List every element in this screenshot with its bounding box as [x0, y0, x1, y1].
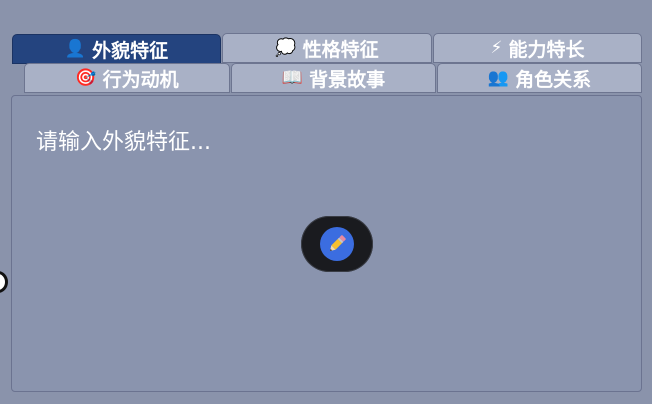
- tab-label: 能力特长: [508, 38, 585, 61]
- tab-abilities[interactable]: ⚡ 能力特长: [433, 33, 642, 63]
- tab-relationships[interactable]: 👥 角色关系: [437, 63, 642, 93]
- book-icon: 📖: [281, 67, 304, 88]
- tab-backstory[interactable]: 📖 背景故事: [231, 63, 436, 93]
- tab-label: 背景故事: [309, 68, 386, 91]
- character-editor: 👤 外貌特征 💭 性格特征 ⚡ 能力特长 🎯 行为动机 📖 背景故事 👥 角色关…: [0, 0, 652, 404]
- tab-label: 角色关系: [515, 68, 592, 91]
- pencil-icon: [320, 227, 354, 261]
- tab-motivation[interactable]: 🎯 行为动机: [24, 63, 230, 93]
- tab-label: 外貌特征: [92, 39, 169, 62]
- lightning-icon: ⚡: [490, 37, 503, 58]
- target-icon: 🎯: [75, 67, 97, 88]
- thought-bubble-icon: 💭: [275, 37, 297, 58]
- tab-personality[interactable]: 💭 性格特征: [222, 33, 432, 63]
- edit-button[interactable]: [301, 216, 373, 272]
- tab-label: 性格特征: [302, 38, 379, 61]
- tab-appearance[interactable]: 👤 外貌特征: [12, 34, 221, 64]
- people-icon: 👥: [487, 67, 510, 88]
- person-icon: 👤: [64, 38, 87, 59]
- tab-label: 行为动机: [102, 68, 179, 91]
- side-drawer-handle[interactable]: [0, 271, 8, 293]
